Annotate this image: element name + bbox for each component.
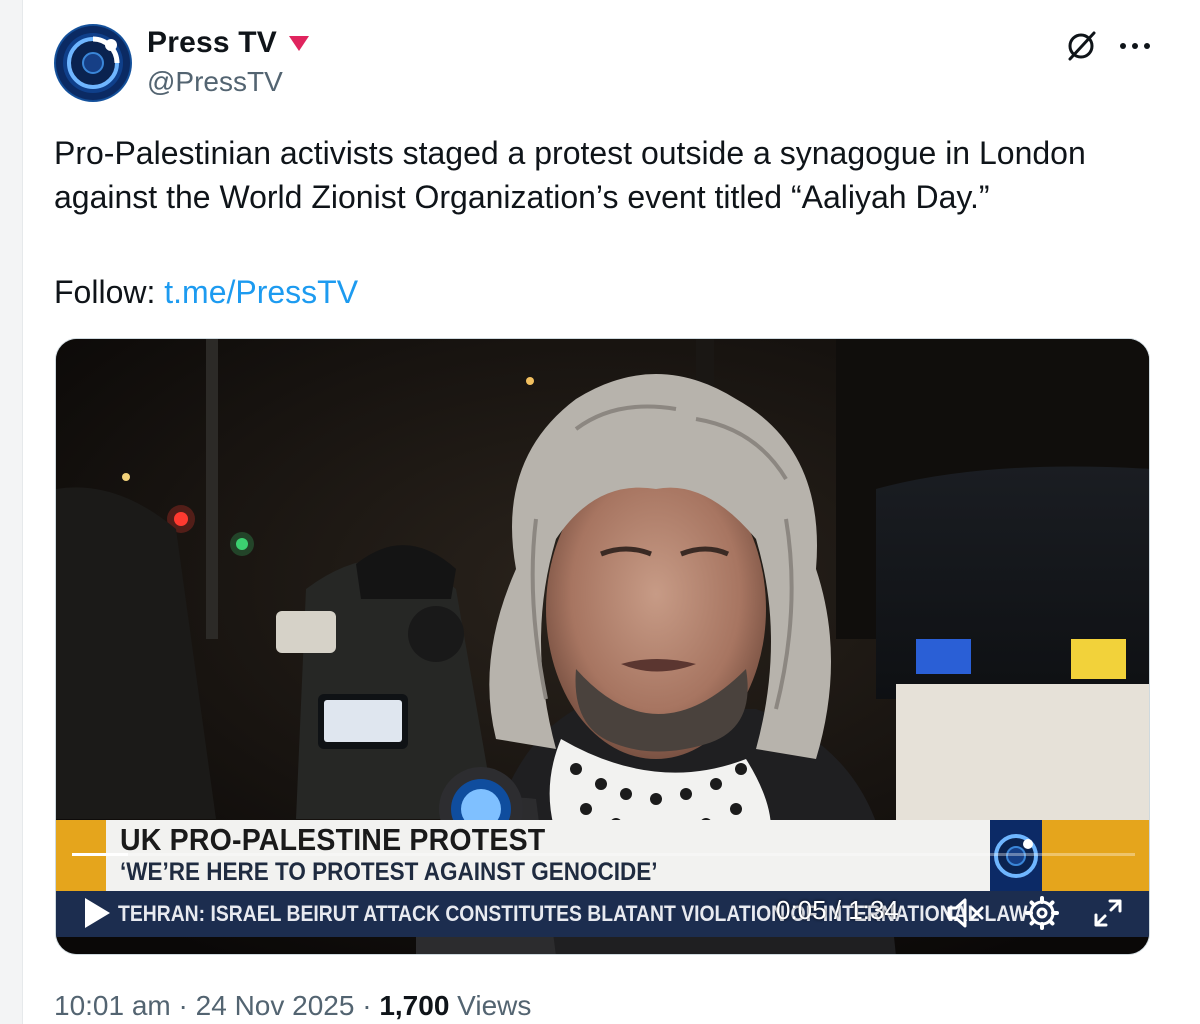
play-button[interactable] [80,894,114,932]
video-time: 0:05 / 1:34 [776,895,899,925]
tweet-time[interactable]: 10:01 am [54,990,171,1021]
settings-button[interactable] [1022,894,1062,932]
video-player[interactable]: UK PRO-PALESTINE PROTEST ‘WE’RE HERE TO … [55,338,1150,955]
views-label: Views [449,990,532,1021]
author-name[interactable]: Press TV [147,26,277,60]
fullscreen-button[interactable] [1088,894,1128,932]
telegram-link[interactable]: t.me/PressTV [164,274,358,310]
follow-line: Follow: t.me/PressTV [54,270,358,314]
mute-icon [947,898,984,928]
mute-button[interactable] [946,894,986,932]
play-icon [85,898,110,928]
views-count: 1,700 [379,990,450,1021]
fullscreen-icon [1094,899,1122,927]
meta-separator: · [170,990,196,1021]
avatar[interactable] [54,24,132,102]
video-subheadline: ‘WE’RE HERE TO PROTEST AGAINST GENOCIDE’ [120,858,658,886]
tweet-meta: 10:01 am · 24 Nov 2025 · 1,700 Views [54,990,531,1022]
more-icon[interactable] [1115,28,1155,64]
author-handle[interactable]: @PressTV [147,66,283,98]
presstv-logo-icon [56,26,130,100]
author-row: Press TV [147,26,311,60]
follow-prefix: Follow: [54,274,165,310]
video-progress-fill [72,853,129,856]
video-progress-bar[interactable] [72,853,1135,856]
meta-separator: · [354,990,380,1021]
tweet-text: Pro-Palestinian activists staged a prote… [54,135,1095,215]
grok-icon[interactable] [1061,28,1101,64]
tweet-date[interactable]: 24 Nov 2025 [196,990,355,1021]
gear-icon [1025,896,1059,930]
triangle-down-icon [289,36,310,51]
tweet-card: Press TV @PressTV Pro-Palestinian activi… [22,0,1200,1024]
